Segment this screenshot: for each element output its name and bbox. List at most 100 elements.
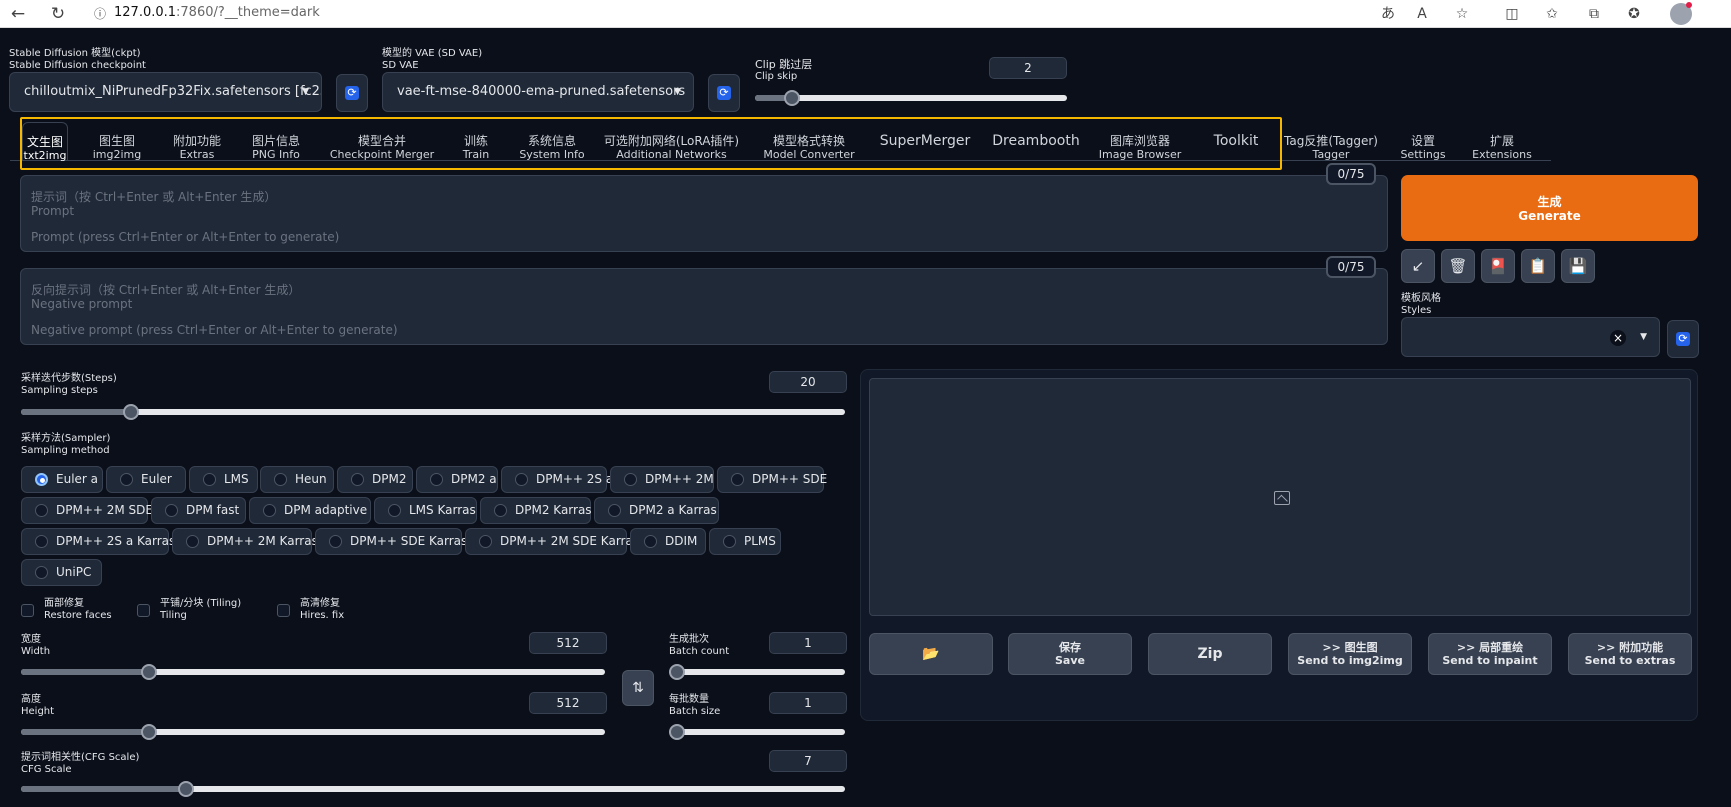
slider-thumb[interactable] (141, 724, 157, 740)
width-slider[interactable] (21, 664, 605, 680)
checkpoint-dropdown[interactable]: chilloutmix_NiPrunedFp32Fix.safetensors … (9, 72, 322, 112)
sampler-option-dpm-2m[interactable]: DPM++ 2M (610, 466, 714, 493)
batch-count-slider[interactable] (669, 664, 845, 680)
slider-thumb[interactable] (178, 781, 194, 797)
sampler-option-heun[interactable]: Heun (260, 466, 334, 493)
sampler-option-plms[interactable]: PLMS (709, 528, 781, 555)
styles-label-en: Styles (1401, 305, 1432, 316)
sampler-option-dpm2-a[interactable]: DPM2 a (416, 466, 498, 493)
steps-input[interactable]: 20 (769, 371, 847, 393)
batch-size-label-cn: 每批数量 (669, 694, 709, 705)
sampler-option-dpm-2m-sde-karras[interactable]: DPM++ 2M SDE Karras (465, 528, 639, 555)
cfg-slider[interactable] (21, 781, 845, 797)
collections-icon[interactable]: ⧉ (1582, 2, 1606, 26)
checkpoint-value: chilloutmix_NiPrunedFp32Fix.safetensors … (24, 84, 322, 99)
send-to-inpaint-button[interactable]: >> 局部重绘 Send to inpaint (1428, 633, 1552, 675)
notification-dot (1686, 2, 1692, 8)
tab-label-cn: Tag反推(Tagger) (1284, 134, 1378, 148)
clip-skip-input[interactable]: 2 (989, 57, 1067, 79)
send-to-extras-button[interactable]: >> 附加功能 Send to extras (1568, 633, 1692, 675)
batch-size-slider[interactable] (669, 724, 845, 740)
reload-icon[interactable]: ↻ (46, 2, 70, 26)
sampler-option-label: Euler (141, 472, 172, 486)
negative-token-counter: 0/75 (1326, 256, 1376, 278)
sampler-option-dpm-2s-a[interactable]: DPM++ 2S a (501, 466, 613, 493)
sampler-option-label: DDIM (665, 534, 698, 548)
batch-size-input[interactable]: 1 (769, 692, 847, 714)
sampler-option-dpm2-a-karras[interactable]: DPM2 a Karras (594, 497, 719, 524)
steps-slider[interactable] (21, 404, 845, 420)
vae-dropdown[interactable]: vae-ft-mse-840000-ema-pruned.safetensors… (382, 72, 694, 112)
info-icon[interactable]: ⓘ (88, 2, 112, 26)
prompt-input[interactable]: 提示词（按 Ctrl+Enter 或 Alt+Enter 生成） Prompt … (20, 175, 1388, 252)
trash-button[interactable]: 🗑 (1441, 249, 1475, 283)
swap-dimensions-button[interactable]: ⇅ (622, 670, 654, 706)
sampler-option-euler-a[interactable]: Euler a (21, 466, 103, 493)
sampler-option-ddim[interactable]: DDIM (630, 528, 706, 555)
clipboard-button[interactable]: 📋 (1521, 249, 1555, 283)
slider-thumb[interactable] (123, 404, 139, 420)
read-aloud-icon[interactable]: あ (1376, 2, 1400, 26)
negative-placeholder-sub: Negative prompt (31, 297, 133, 311)
action-label-en: Save (1055, 654, 1085, 667)
slider-thumb[interactable] (784, 90, 800, 106)
sampler-option-dpm-2m-karras[interactable]: DPM++ 2M Karras (172, 528, 318, 555)
negative-prompt-input[interactable]: 反向提示词（按 Ctrl+Enter 或 Alt+Enter 生成） Negat… (20, 268, 1388, 345)
tab-tagger[interactable]: Tag反推(Tagger) Tagger (1282, 122, 1380, 161)
back-icon[interactable]: ← (6, 2, 30, 26)
height-input[interactable]: 512 (529, 692, 607, 714)
checkpoint-refresh-button[interactable]: ⟳ (336, 74, 368, 112)
tiling-checkbox[interactable] (137, 604, 150, 617)
radio-button (186, 535, 199, 548)
batch-count-input[interactable]: 1 (769, 632, 847, 654)
sampler-option-lms-karras[interactable]: LMS Karras (374, 497, 477, 524)
slider-fill (21, 786, 186, 792)
sampler-option-euler[interactable]: Euler (106, 466, 186, 493)
clear-icon[interactable]: × (1610, 330, 1626, 346)
styles-refresh-button[interactable]: ⟳ (1667, 320, 1699, 358)
slider-fill (21, 669, 149, 675)
hires-fix-checkbox[interactable] (277, 604, 290, 617)
arrow-button[interactable]: ↙ (1401, 249, 1435, 283)
generate-button[interactable]: 生成 Generate (1401, 175, 1698, 241)
red-card-button[interactable]: 🎴 (1481, 249, 1515, 283)
height-slider[interactable] (21, 724, 605, 740)
sampler-option-dpm-2s-a-karras[interactable]: DPM++ 2S a Karras (21, 528, 175, 555)
favorites-icon[interactable]: ✩ (1540, 2, 1564, 26)
action-label-cn: >> 图生图 (1322, 641, 1378, 654)
cfg-input[interactable]: 7 (769, 750, 847, 772)
sampler-option-dpm-fast[interactable]: DPM fast (151, 497, 246, 524)
sampler-option-dpm2-karras[interactable]: DPM2 Karras (480, 497, 592, 524)
vae-refresh-button[interactable]: ⟳ (708, 74, 740, 112)
save-button[interactable]: 保存 Save (1008, 633, 1132, 675)
restore-faces-checkbox[interactable] (21, 604, 34, 617)
sampler-option-dpm-adaptive[interactable]: DPM adaptive (249, 497, 371, 524)
sampler-option-dpm-2m-sde[interactable]: DPM++ 2M SDE (21, 497, 153, 524)
zip-button[interactable]: Zip (1148, 633, 1272, 675)
send-to-img2img-button[interactable]: >> 图生图 Send to img2img (1288, 633, 1412, 675)
radio-button (731, 473, 744, 486)
sampler-option-dpm-sde[interactable]: DPM++ SDE (717, 466, 827, 493)
sampler-option-dpm2[interactable]: DPM2 (337, 466, 413, 493)
slider-thumb[interactable] (669, 664, 685, 680)
arrow-icon: ↙ (1411, 257, 1425, 275)
width-input[interactable]: 512 (529, 632, 607, 654)
url-bar[interactable]: 127.0.0.1:7860/?__theme=dark (114, 1, 1354, 25)
sampler-option-lms[interactable]: LMS (189, 466, 258, 493)
extensions-icon[interactable]: ✪ (1622, 2, 1646, 26)
clip-skip-slider[interactable] (755, 90, 1067, 106)
open-folder-button[interactable]: 📂 (869, 633, 993, 675)
tab-settings[interactable]: 设置 Settings (1390, 122, 1456, 161)
styles-dropdown[interactable]: × ▼ (1401, 317, 1660, 357)
sampler-option-unipc[interactable]: UniPC (21, 559, 102, 586)
tab-extensions[interactable]: 扩展 Extensions (1462, 122, 1542, 161)
slider-thumb[interactable] (669, 724, 685, 740)
slider-thumb[interactable] (141, 664, 157, 680)
split-screen-icon[interactable]: ◫ (1500, 2, 1524, 26)
save-button[interactable]: 💾 (1561, 249, 1595, 283)
action-label-cn: >> 附加功能 (1596, 641, 1664, 654)
sampler-option-dpm-sde-karras[interactable]: DPM++ SDE Karras (315, 528, 467, 555)
refresh-icon: ⟳ (1676, 332, 1690, 346)
text-size-icon[interactable]: A (1410, 2, 1434, 26)
favorite-icon[interactable]: ☆ (1450, 2, 1474, 26)
